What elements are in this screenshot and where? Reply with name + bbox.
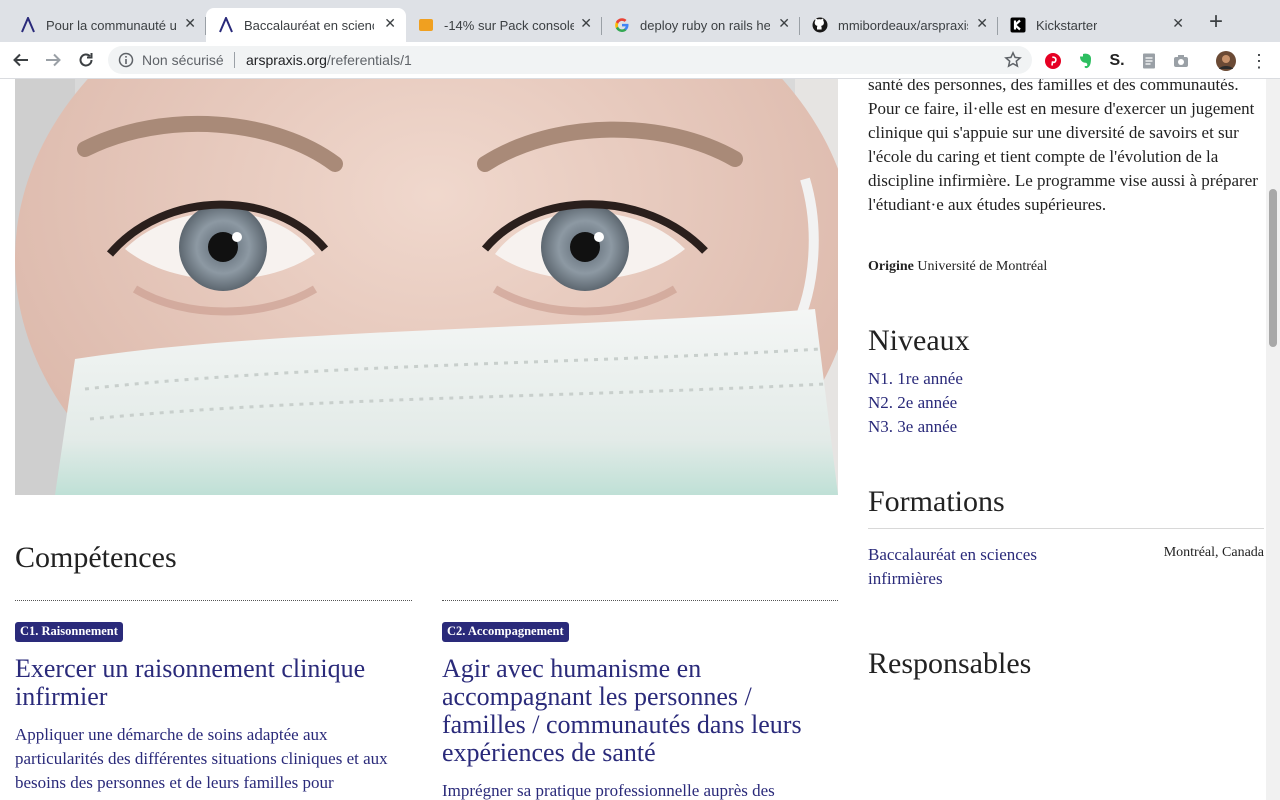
url-path: /referentials/1: [326, 52, 412, 68]
new-tab-button[interactable]: +: [1206, 10, 1226, 34]
shop-icon: [418, 17, 434, 33]
forward-button[interactable]: [42, 50, 64, 70]
competence-description: Imprégner sa pratique professionnelle au…: [442, 781, 775, 800]
tab-github-repo[interactable]: mmibordeaux/arspraxis ✕: [800, 8, 998, 42]
star-icon[interactable]: [1004, 50, 1022, 69]
tab-pack-console[interactable]: -14% sur Pack console ✕: [406, 8, 602, 42]
address-divider: [234, 52, 235, 68]
formations-heading: Formations: [868, 485, 1005, 518]
close-icon[interactable]: ✕: [1172, 15, 1184, 32]
tab-strip: Pour la communauté un ✕ Baccalauréat en …: [0, 0, 1280, 42]
level-link[interactable]: N2. 2e année: [868, 393, 957, 413]
arspraxis-logo-icon: [20, 17, 36, 33]
managers-heading: Responsables: [868, 647, 1032, 680]
level-link[interactable]: N1. 1re année: [868, 369, 963, 389]
menu-icon[interactable]: ⋮: [1250, 52, 1268, 70]
level-link[interactable]: N3. 3e année: [868, 417, 957, 437]
back-button[interactable]: [10, 50, 32, 70]
kickstarter-icon: [1010, 17, 1026, 33]
document-icon[interactable]: [1140, 52, 1158, 70]
origin-label: Origine: [868, 259, 914, 274]
page-scrollbar[interactable]: [1266, 79, 1280, 800]
reload-icon: [79, 53, 93, 67]
origin-info: Origine Université de Montréal: [868, 259, 1047, 275]
formation-location: Montréal, Canada: [1163, 545, 1264, 560]
competence-title-link[interactable]: Exercer un raisonnement clinique infirmi…: [15, 655, 412, 711]
tab-title: Kickstarter: [1036, 17, 1098, 33]
security-label[interactable]: Non sécurisé: [142, 52, 224, 68]
close-icon[interactable]: ✕: [384, 15, 396, 32]
close-icon[interactable]: ✕: [778, 15, 790, 32]
google-icon: [614, 17, 630, 33]
reload-button[interactable]: [75, 50, 97, 70]
github-icon: [812, 17, 828, 33]
url-text: arspraxis.org/referentials/1: [246, 52, 412, 68]
tab-kickstarter[interactable]: Kickstarter ✕: [998, 8, 1194, 42]
close-icon[interactable]: ✕: [580, 15, 592, 32]
tab-google-search[interactable]: deploy ruby on rails her ✕: [602, 8, 800, 42]
tab-title: deploy ruby on rails her: [640, 17, 770, 33]
tab-title: mmibordeaux/arspraxis: [838, 17, 968, 33]
page-content: Compétences C1. Raisonnement Exercer un …: [0, 79, 1280, 800]
origin-value: Université de Montréal: [917, 259, 1048, 274]
competence-card: C1. Raisonnement Exercer un raisonnement…: [15, 600, 412, 795]
competence-badge: C2. Accompagnement: [442, 622, 569, 642]
referential-description: santé des personnes, des familles et des…: [868, 79, 1258, 214]
competence-badge: C1. Raisonnement: [15, 622, 123, 642]
tab-title: Pour la communauté un: [46, 17, 176, 33]
close-icon[interactable]: ✕: [184, 15, 196, 32]
close-icon[interactable]: ✕: [976, 15, 988, 32]
arrow-left-icon: [13, 53, 28, 67]
hero-image: [15, 79, 838, 495]
formation-link[interactable]: Baccalauréat en sciences infirmières: [868, 543, 1088, 591]
arrow-right-icon: [46, 53, 61, 67]
tab-baccalaureat[interactable]: Baccalauréat en science ✕: [206, 8, 406, 42]
tab-arspraxis-community[interactable]: Pour la communauté un ✕: [8, 8, 206, 42]
avatar[interactable]: [1216, 51, 1236, 71]
scrollbar-thumb[interactable]: [1269, 189, 1277, 347]
camera-icon[interactable]: [1172, 52, 1190, 70]
dollar-extension-icon[interactable]: S.: [1108, 52, 1126, 70]
competence-title-link[interactable]: Agir avec humanisme en accompagnant les …: [442, 655, 838, 767]
nurse-face-illustration: [15, 79, 838, 495]
competence-description: Appliquer une démarche de soins adaptée …: [15, 725, 388, 792]
tab-title: -14% sur Pack console: [444, 17, 574, 33]
evernote-icon[interactable]: [1076, 52, 1094, 70]
competences-heading: Compétences: [15, 541, 177, 574]
levels-heading: Niveaux: [868, 324, 970, 357]
pinterest-icon[interactable]: [1044, 52, 1062, 70]
info-icon[interactable]: [118, 52, 134, 68]
url-host: arspraxis.org: [246, 52, 327, 68]
competence-card: C2. Accompagnement Agir avec humanisme e…: [442, 600, 838, 800]
browser-toolbar: Non sécurisé arspraxis.org/referentials/…: [0, 42, 1280, 79]
arspraxis-logo-icon: [218, 17, 234, 33]
formations-divider: [868, 528, 1264, 529]
tab-title: Baccalauréat en science: [244, 17, 374, 33]
address-bar[interactable]: Non sécurisé arspraxis.org/referentials/…: [108, 46, 1032, 74]
